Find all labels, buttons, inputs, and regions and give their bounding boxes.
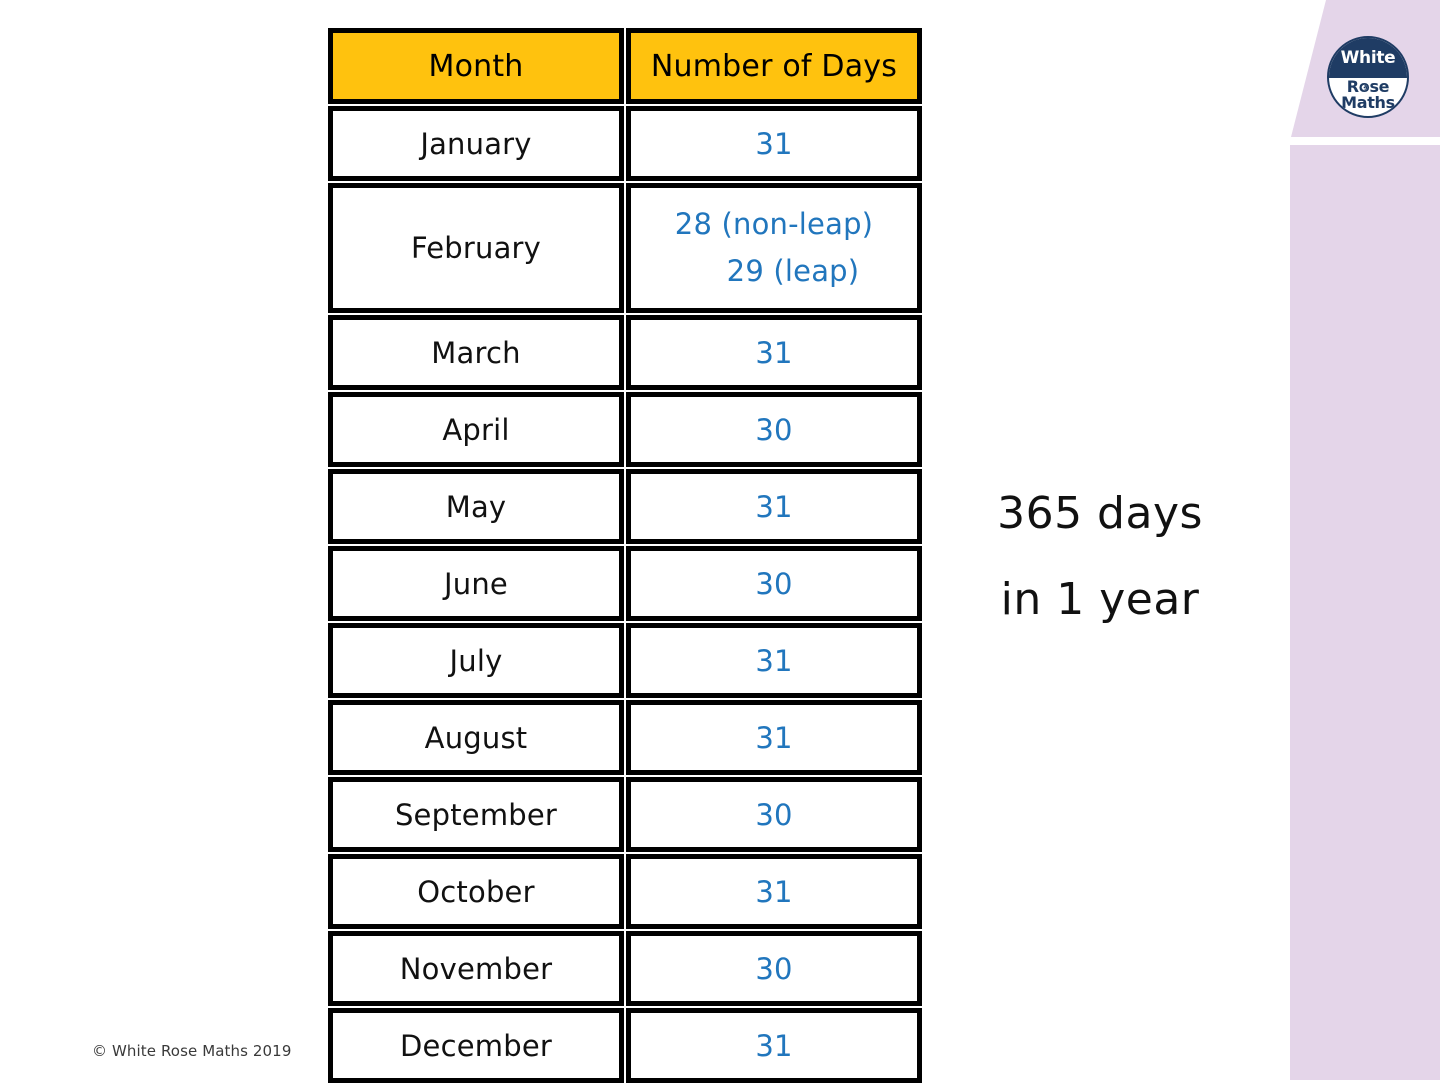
days-value: 31 bbox=[755, 335, 793, 370]
month-name: January bbox=[420, 126, 532, 161]
table-row: December 31 bbox=[328, 1008, 922, 1083]
summary-note: 365 days in 1 year bbox=[960, 492, 1240, 622]
days-value: 31 bbox=[755, 489, 793, 524]
cell-days: 30 bbox=[626, 931, 922, 1006]
logo-bottom-half: Rose Maths bbox=[1329, 78, 1407, 116]
month-name: July bbox=[449, 643, 503, 678]
month-name: September bbox=[394, 797, 558, 832]
rose-flower-icon bbox=[1360, 83, 1369, 92]
table-row: February 28 (non-leap) 29 (leap) bbox=[328, 183, 922, 313]
cell-month: December bbox=[328, 1008, 624, 1083]
table-row: May 31 bbox=[328, 469, 922, 544]
days-value: 30 bbox=[755, 412, 793, 447]
month-name: October bbox=[417, 874, 535, 909]
cell-days: 31 bbox=[626, 854, 922, 929]
header-label-days: Number of Days bbox=[650, 48, 898, 84]
days-value: 30 bbox=[755, 951, 793, 986]
logo-text-rose-wrap: Rose bbox=[1347, 78, 1390, 95]
cell-month: August bbox=[328, 700, 624, 775]
logo-text-white: White bbox=[1340, 47, 1396, 68]
cell-days: 28 (non-leap) 29 (leap) bbox=[626, 183, 922, 313]
header-cell-days: Number of Days bbox=[626, 28, 922, 104]
decorative-band-bottom bbox=[1290, 145, 1440, 1080]
cell-days: 30 bbox=[626, 777, 922, 852]
table-row: April 30 bbox=[328, 392, 922, 467]
days-value: 31 bbox=[755, 643, 793, 678]
month-name: March bbox=[431, 335, 521, 370]
logo-top-half: White bbox=[1329, 38, 1407, 78]
cell-days: 31 bbox=[626, 106, 922, 181]
cell-days: 31 bbox=[626, 700, 922, 775]
logo-text-maths: Maths bbox=[1341, 93, 1395, 113]
cell-month: January bbox=[328, 106, 624, 181]
cell-days: 31 bbox=[626, 315, 922, 390]
days-value: 30 bbox=[755, 797, 793, 832]
months-days-table: Month Number of Days January 31 February… bbox=[328, 28, 922, 1085]
cell-month: July bbox=[328, 623, 624, 698]
cell-month: April bbox=[328, 392, 624, 467]
month-name: August bbox=[424, 720, 528, 755]
table-row: January 31 bbox=[328, 106, 922, 181]
cell-days: 30 bbox=[626, 546, 922, 621]
days-value-non-leap: 28 (non-leap) bbox=[674, 207, 874, 241]
cell-days: 31 bbox=[626, 623, 922, 698]
month-name: December bbox=[400, 1028, 552, 1063]
cell-month: May bbox=[328, 469, 624, 544]
cell-month: November bbox=[328, 931, 624, 1006]
month-name: February bbox=[410, 231, 542, 265]
table-header-row: Month Number of Days bbox=[328, 28, 922, 104]
table-row: November 30 bbox=[328, 931, 922, 1006]
month-name: June bbox=[444, 566, 508, 601]
summary-line-year: in 1 year bbox=[1000, 574, 1200, 625]
days-value: 31 bbox=[755, 720, 793, 755]
white-rose-maths-logo: White Rose Maths bbox=[1327, 36, 1409, 118]
table-row: March 31 bbox=[328, 315, 922, 390]
days-value: 31 bbox=[755, 126, 793, 161]
summary-line-days: 365 days bbox=[997, 488, 1203, 539]
days-value: 31 bbox=[755, 874, 793, 909]
month-name: November bbox=[399, 951, 553, 986]
cell-month: February bbox=[328, 183, 624, 313]
cell-days: 31 bbox=[626, 469, 922, 544]
days-value: 30 bbox=[755, 566, 793, 601]
table-row: June 30 bbox=[328, 546, 922, 621]
table-row: July 31 bbox=[328, 623, 922, 698]
header-label-month: Month bbox=[428, 48, 524, 84]
cell-month: March bbox=[328, 315, 624, 390]
table-row: September 30 bbox=[328, 777, 922, 852]
cell-month: October bbox=[328, 854, 624, 929]
month-name: May bbox=[445, 489, 507, 524]
days-value-leap: 29 (leap) bbox=[726, 254, 860, 288]
table-row: August 31 bbox=[328, 700, 922, 775]
days-value: 31 bbox=[755, 1028, 793, 1063]
cell-month: June bbox=[328, 546, 624, 621]
month-name: April bbox=[442, 412, 510, 447]
header-cell-month: Month bbox=[328, 28, 624, 104]
cell-days: 31 bbox=[626, 1008, 922, 1083]
cell-month: September bbox=[328, 777, 624, 852]
copyright-notice: © White Rose Maths 2019 bbox=[92, 1042, 292, 1060]
cell-days: 30 bbox=[626, 392, 922, 467]
table-row: October 31 bbox=[328, 854, 922, 929]
